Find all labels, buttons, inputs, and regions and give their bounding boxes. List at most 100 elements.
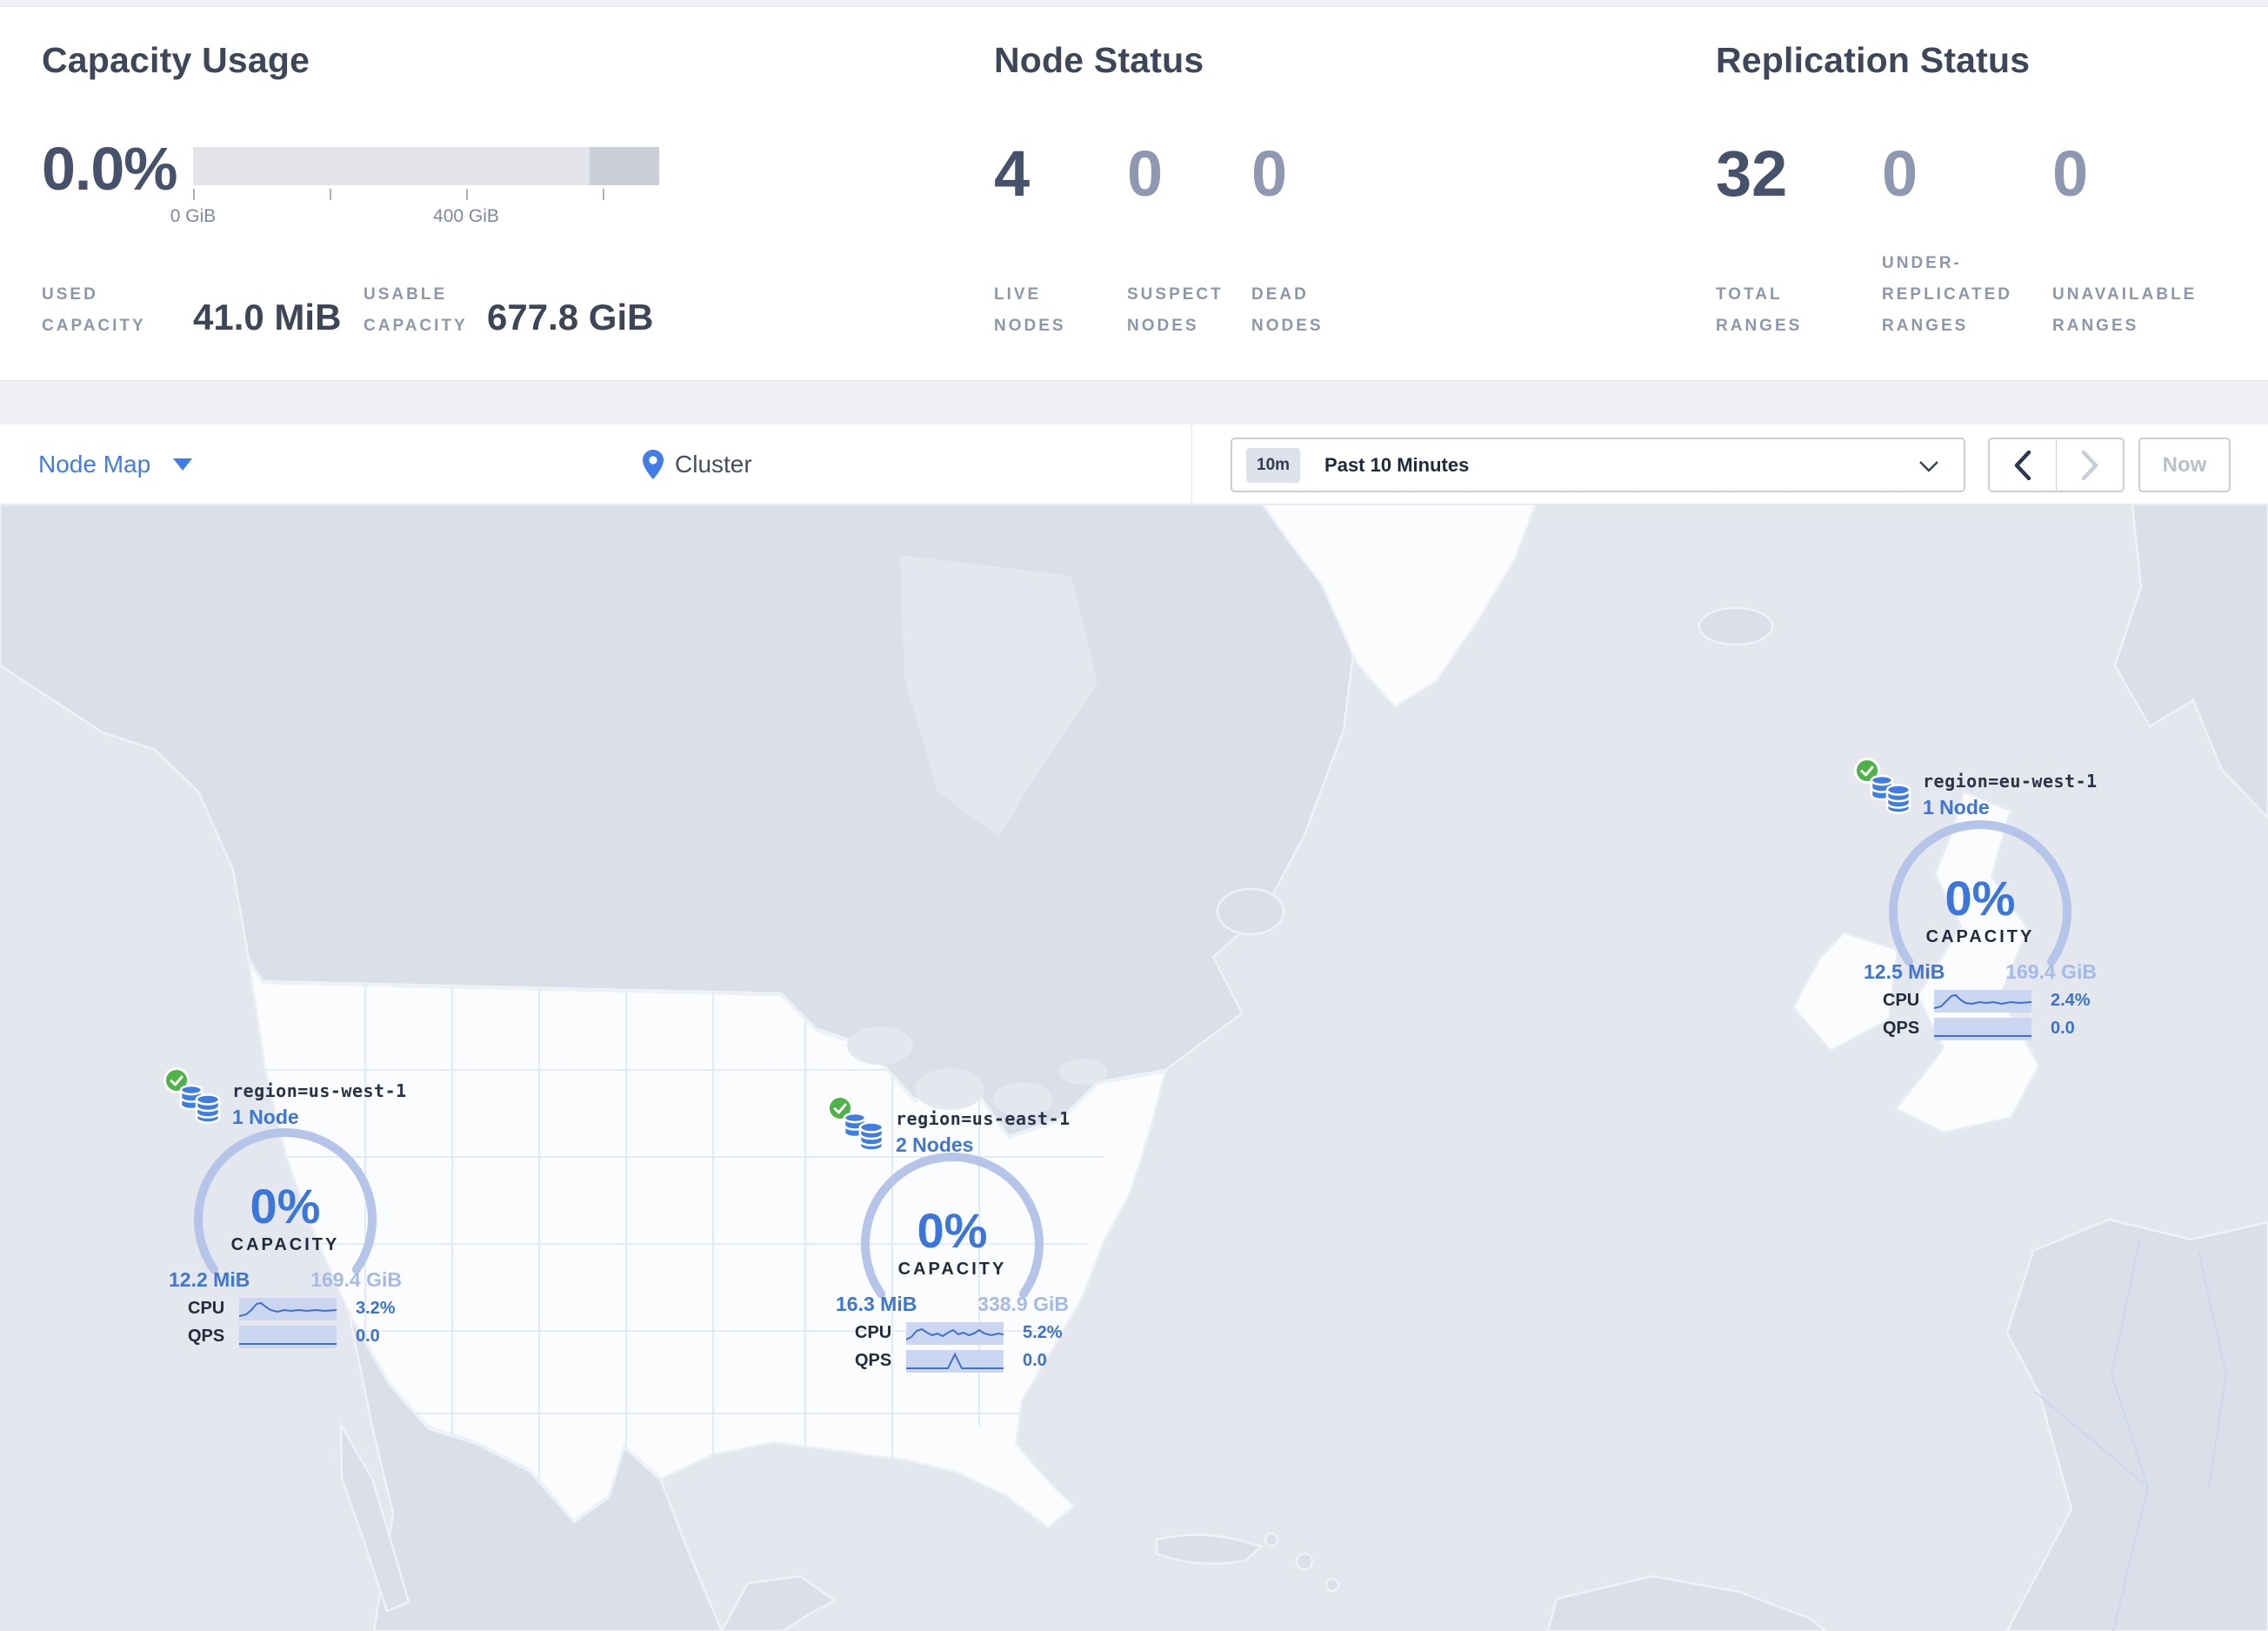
time-back-button[interactable] [1990,439,2057,491]
unavailable-ranges-count: 0 [2052,137,2089,210]
cpu-value: 3.2% [356,1299,396,1318]
gauge-percent: 0% [1944,871,2016,926]
node-map[interactable]: region=us-west-1 1 Node 0% CAPACITY 12.2… [0,505,2268,1631]
used-capacity-value: 41.0 MiB [193,297,342,338]
label-line: UNAVAILABLE [2052,285,2198,304]
gauge-used-value: 16.3 MiB [836,1293,917,1315]
capacity-usage-bar-reserved [590,147,659,185]
breadcrumb[interactable]: Cluster [642,424,752,505]
suspect-nodes-count: 0 [1127,137,1164,210]
label-line: LIVE [994,285,1042,304]
total-ranges-label: TOTAL RANGES [1716,279,1802,342]
cpu-sparkline [906,1322,1004,1345]
label-line: NODES [1127,317,1199,335]
region-name: region=us-east-1 [896,1108,1071,1129]
map-toolbar: Node Map Cluster 10m Past 10 Minutes Now [0,424,2268,505]
used-capacity-label-line2: CAPACITY [42,317,146,335]
dead-nodes-count: 0 [1251,137,1288,210]
caret-down-icon [173,458,193,471]
cluster-summary-panel: Capacity Usage 0.0% 0 GiB 400 GiB USED C… [0,6,2268,381]
cpu-sparkline [239,1298,337,1320]
location-pin-icon [643,450,664,479]
cpu-meter-row: CPU 5.2% [830,1322,1074,1345]
gauge-values: 12.5 MiB 169.4 GiB [1858,960,2102,984]
chevron-right-icon [2081,450,2098,480]
view-selector-label: Node Map [38,451,151,478]
breadcrumb-label: Cluster [675,451,752,478]
chevron-down-icon [1919,461,1938,472]
gauge-total-value: 169.4 GiB [310,1268,402,1291]
label-line: UNDER- [1882,254,1962,272]
label-line: RANGES [2052,317,2139,335]
label-line: RANGES [1882,317,1969,335]
qps-meter-row: QPS 0.0 [163,1326,407,1348]
qps-sparkline [906,1350,1004,1373]
axis-tick [193,189,195,200]
capacity-arc [1889,820,2071,966]
gauge-total-value: 169.4 GiB [2005,960,2097,983]
view-selector-dropdown[interactable]: Node Map [38,424,193,505]
gauge-used-value: 12.2 MiB [169,1268,250,1291]
cpu-label: CPU [1883,991,1920,1010]
cpu-value: 5.2% [1023,1323,1063,1342]
label-line: REPLICATED [1882,285,2012,304]
qps-label: QPS [188,1327,225,1346]
total-ranges-count: 32 [1716,137,1788,210]
time-range-arrows [1988,438,2125,492]
capacity-usage-axis: 0 GiB 400 GiB [170,189,659,241]
region-name: region=us-west-1 [232,1080,407,1101]
capacity-usage-percent: 0.0% [42,135,178,203]
suspect-nodes-label: SUSPECT NODES [1127,279,1224,342]
qps-meter-row: QPS 0.0 [1858,1018,2102,1040]
cpu-label: CPU [188,1299,225,1318]
used-capacity-label: USED CAPACITY [42,279,146,342]
now-button[interactable]: Now [2138,438,2231,492]
toolbar-divider [1191,424,1192,505]
capacity-arc [861,1153,1044,1299]
dead-nodes-label: DEAD NODES [1251,279,1324,342]
capacity-arc [194,1128,377,1274]
usable-capacity-label-line1: USABLE [364,285,448,304]
axis-tick-label: 0 GiB [170,206,217,226]
replication-status-title: Replication Status [1716,40,2031,80]
qps-sparkline [1934,1018,2031,1040]
node-status-title: Node Status [994,40,1204,80]
qps-sparkline [239,1326,337,1348]
label-line: NODES [994,317,1066,335]
gauge-total-value: 338.9 GiB [977,1293,1069,1315]
live-nodes-label: LIVE NODES [994,279,1066,342]
region-gauge-us-east-1[interactable]: 0% CAPACITY 16.3 MiB 338.9 GiB CPU 5.2% … [830,1133,1074,1394]
region-name: region=eu-west-1 [1923,771,2098,792]
label-line: SUSPECT [1127,285,1224,304]
cpu-meter-row: CPU 3.2% [163,1298,407,1320]
qps-value: 0.0 [356,1327,380,1346]
time-window-badge: 10m [1246,447,1301,483]
axis-tick [603,189,604,200]
capacity-usage-title: Capacity Usage [42,40,310,80]
usable-capacity-label: USABLE CAPACITY [364,279,468,342]
chevron-left-icon [2014,450,2031,480]
qps-value: 0.0 [1023,1351,1047,1370]
axis-tick [330,189,331,200]
time-forward-button[interactable] [2057,439,2123,491]
qps-label: QPS [855,1351,892,1370]
usable-capacity-value: 677.8 GiB [487,297,654,338]
time-window-label: Past 10 Minutes [1324,453,1470,476]
gauge-values: 16.3 MiB 338.9 GiB [830,1293,1074,1316]
gauge-values: 12.2 MiB 169.4 GiB [163,1268,407,1292]
gauge-used-value: 12.5 MiB [1864,960,1945,983]
qps-meter-row: QPS 0.0 [830,1350,1074,1373]
axis-tick-label: 400 GiB [433,206,499,226]
label-line: TOTAL [1716,285,1783,304]
region-gauge-us-west-1[interactable]: 0% CAPACITY 12.2 MiB 169.4 GiB CPU 3.2% … [163,1108,407,1369]
under-replicated-ranges-label: UNDER- REPLICATED RANGES [1882,248,2012,342]
gauge-percent: 0% [250,1179,321,1233]
qps-label: QPS [1883,1019,1920,1038]
axis-tick [466,189,468,200]
time-range-dropdown[interactable]: 10m Past 10 Minutes [1231,438,1965,492]
label-line: RANGES [1716,317,1803,335]
used-capacity-label-line1: USED [42,285,98,304]
region-gauge-eu-west-1[interactable]: 0% CAPACITY 12.5 MiB 169.4 GiB CPU 2.4% … [1858,800,2102,1061]
label-line: DEAD [1251,285,1309,304]
cpu-meter-row: CPU 2.4% [1858,990,2102,1013]
